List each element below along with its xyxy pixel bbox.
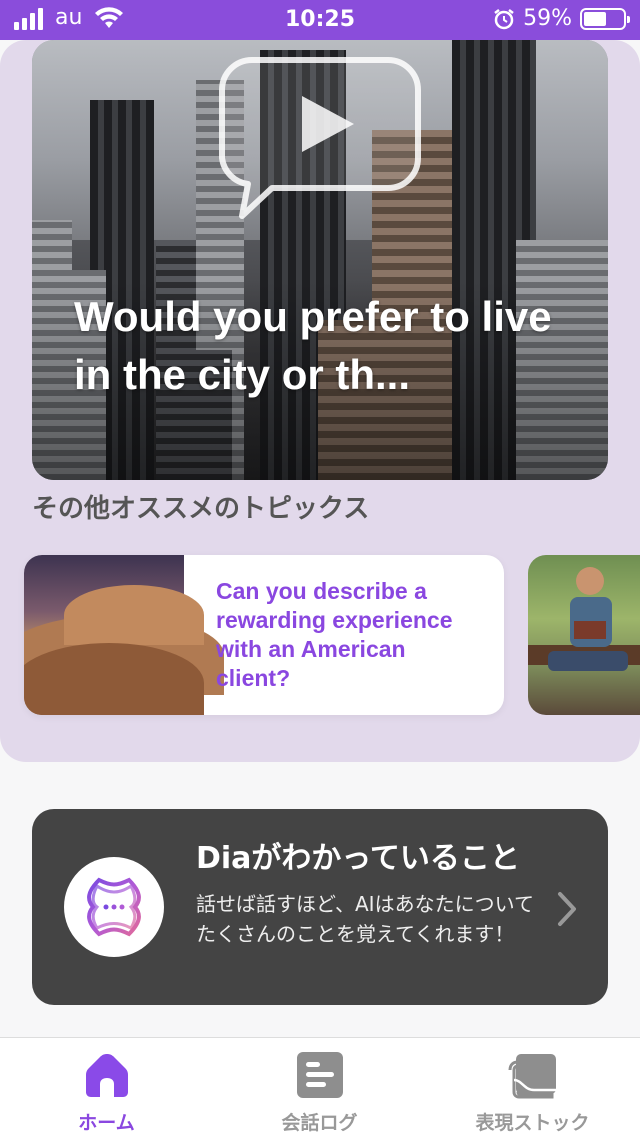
battery-percent: 59% (523, 6, 572, 31)
tab-bar: ホーム 会話ログ 表現ストック (0, 1037, 640, 1136)
section-title: その他オススメのトピックス (32, 494, 370, 524)
tab-expression-stock[interactable]: 表現ストック (426, 1038, 639, 1136)
top-panel: Would you prefer to live in the city or … (0, 40, 640, 762)
desert-image (24, 555, 224, 715)
hero-title: Would you prefer to live in the city or … (74, 293, 552, 398)
tab-home[interactable]: ホーム (0, 1038, 213, 1136)
home-icon (85, 1054, 128, 1097)
expression-stock-icon (508, 1054, 556, 1099)
dia-chat-icon (87, 877, 141, 937)
topic-card[interactable]: Can you describe a rewarding experience … (24, 555, 504, 715)
alarm-icon (494, 9, 514, 30)
dia-title: Diaがわかっていること (196, 841, 520, 876)
tab-conversation-log[interactable]: 会話ログ (213, 1038, 426, 1136)
tab-label: 表現ストック (475, 1112, 590, 1134)
tab-label: 会話ログ (281, 1112, 358, 1134)
dia-logo (64, 857, 164, 957)
hero-topic-card[interactable]: Would you prefer to live in the city or … (32, 40, 608, 480)
topic-card-partial[interactable] (528, 555, 640, 715)
video-bubble-icon (219, 57, 421, 219)
dia-description: 話せば話すほど、AIはあなたについてたくさんのことを覚えてくれます！ (196, 892, 534, 946)
dia-knowledge-card[interactable]: Diaがわかっていること 話せば話すほど、AIはあなたについてたくさんのことを覚… (32, 809, 608, 1005)
person-reading-image (528, 567, 640, 671)
conversation-log-icon (296, 1052, 343, 1098)
topic-title: Can you describe a rewarding experience … (216, 578, 453, 691)
tab-label: ホーム (78, 1112, 135, 1134)
status-bar: au 10:25 59% (0, 0, 640, 40)
battery-icon (580, 8, 630, 30)
chevron-right-icon (558, 892, 576, 926)
